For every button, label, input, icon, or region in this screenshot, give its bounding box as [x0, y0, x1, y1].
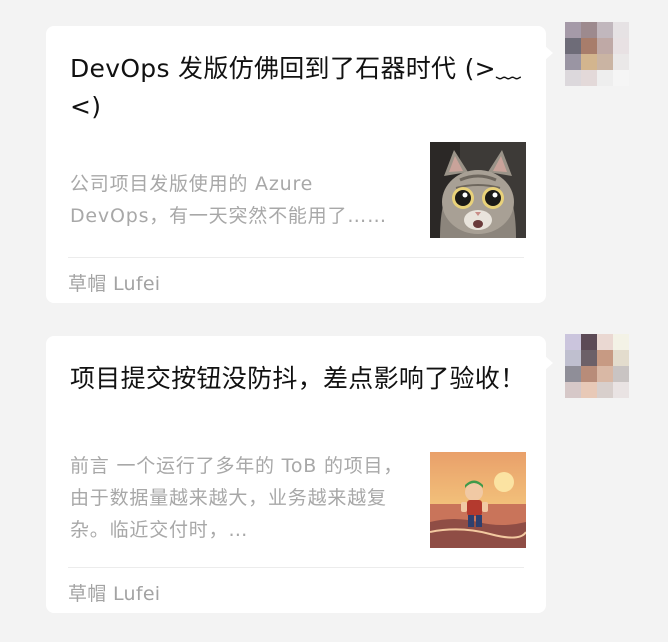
avatar-pixel	[613, 70, 629, 86]
avatar-pixel	[581, 54, 597, 70]
avatar-pixel	[613, 54, 629, 70]
article-card[interactable]: DevOps 发版仿佛回到了石器时代 (>﹏<) 公司项目发版使用的 Azure…	[46, 26, 553, 303]
surprised-cat-icon	[430, 142, 526, 238]
avatar-pixel	[581, 382, 597, 398]
avatar-pixel	[581, 350, 597, 366]
account-name: 草帽 Lufei	[68, 583, 161, 605]
article-description: 前言 一个运行了多年的 ToB 的项目，由于数据量越来越大，业务越来越复杂。临近…	[70, 455, 404, 541]
avatar-pixel	[597, 70, 613, 86]
avatar-pixel	[597, 54, 613, 70]
avatar-pixel	[565, 54, 581, 70]
avatar-pixel	[597, 22, 613, 38]
avatar-pixel	[597, 334, 613, 350]
article-title: 项目提交按钮没防抖，差点影响了验收！	[70, 364, 526, 393]
avatar-pixel	[613, 366, 629, 382]
card-divider	[68, 567, 524, 568]
avatar-pixel	[597, 350, 613, 366]
avatar-pixel	[581, 38, 597, 54]
avatar-pixel	[613, 38, 629, 54]
article-title: DevOps 发版仿佛回到了石器时代 (>﹏<)	[70, 54, 522, 121]
avatar-pixel	[565, 22, 581, 38]
article-description: 公司项目发版使用的 Azure DevOps，有一天突然不能用了……	[70, 173, 387, 227]
avatar-pixel	[565, 334, 581, 350]
avatar-pixel	[565, 70, 581, 86]
avatar[interactable]	[565, 22, 629, 86]
avatar-pixel	[613, 382, 629, 398]
avatar-pixel	[565, 38, 581, 54]
account-name: 草帽 Lufei	[68, 273, 161, 295]
avatar-pixel	[581, 70, 597, 86]
avatar-pixel	[565, 366, 581, 382]
avatar-pixel	[613, 350, 629, 366]
avatar-pixel	[613, 334, 629, 350]
avatar-pixel	[581, 334, 597, 350]
avatar-pixel	[613, 22, 629, 38]
avatar-pixel	[597, 38, 613, 54]
card-divider	[68, 257, 524, 258]
avatar-pixel	[581, 22, 597, 38]
avatar-pixel	[597, 382, 613, 398]
article-card[interactable]: 项目提交按钮没防抖，差点影响了验收！ 前言 一个运行了多年的 ToB 的项目，由…	[46, 336, 553, 613]
avatar-pixel	[565, 350, 581, 366]
anime-boy-sunset-beach-icon	[430, 452, 526, 548]
avatar-pixel	[565, 382, 581, 398]
avatar-pixel	[581, 366, 597, 382]
avatar[interactable]	[565, 334, 629, 398]
avatar-pixel	[597, 366, 613, 382]
